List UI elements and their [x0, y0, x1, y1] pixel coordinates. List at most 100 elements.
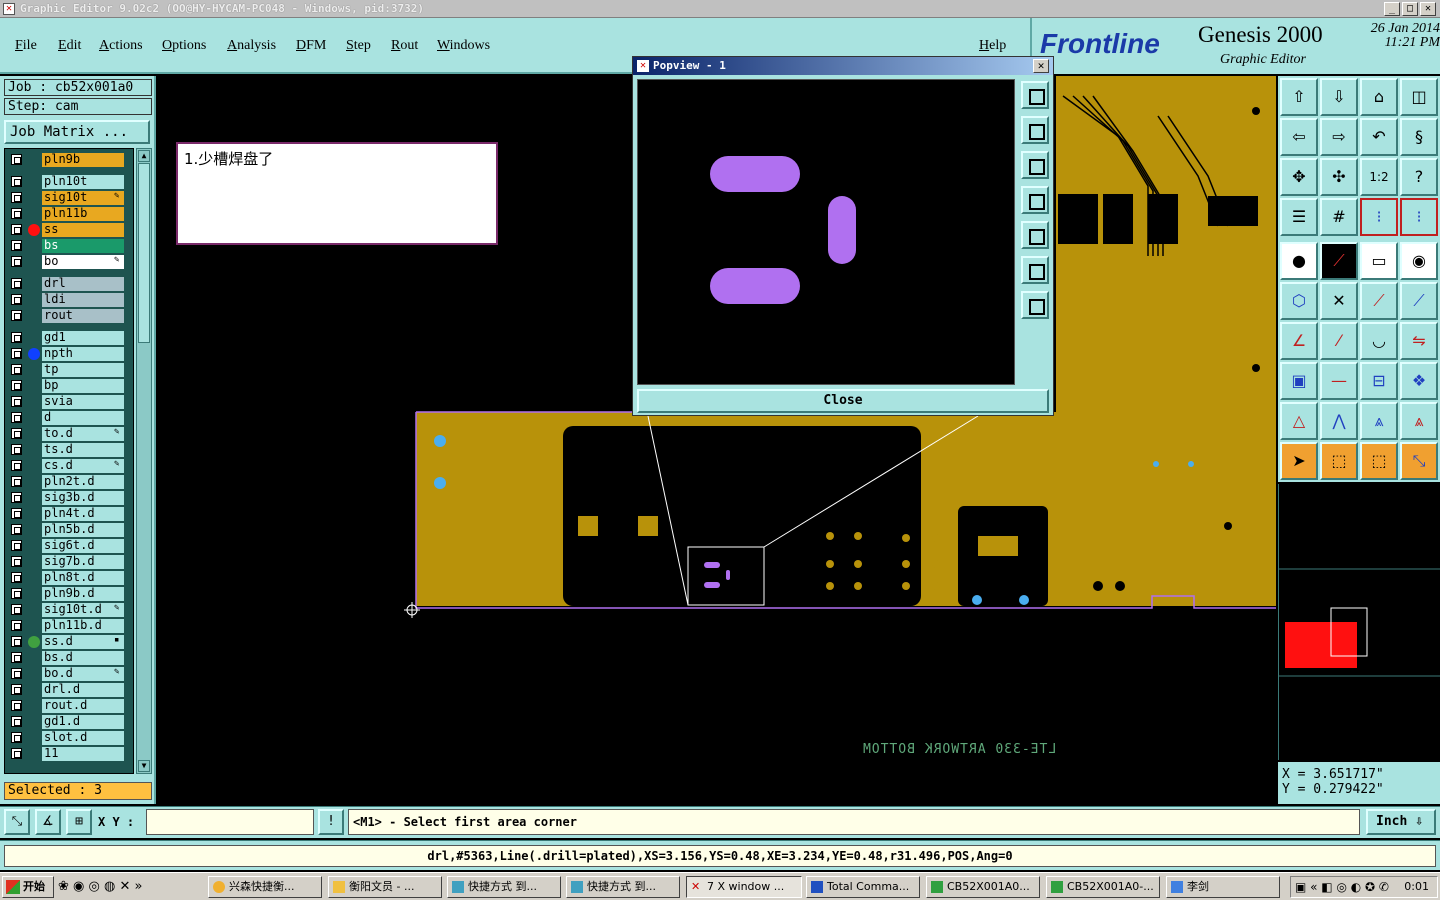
layer-name[interactable]: d [42, 411, 124, 425]
layer-row[interactable]: sig10t ✎ [7, 191, 133, 205]
arch-alt-icon[interactable]: ⩓ [1400, 402, 1438, 440]
layer-name[interactable]: sig3b.d [42, 491, 124, 505]
layer-checkbox[interactable] [11, 192, 22, 203]
layer-row[interactable]: sig6t.d [7, 539, 133, 553]
layer-row[interactable]: bo.d ✎ [7, 667, 133, 681]
layer-row[interactable]: sig3b.d [7, 491, 133, 505]
start-button[interactable]: 开始 [2, 876, 54, 898]
menu-options[interactable]: Options [162, 38, 206, 54]
menu-actions[interactable]: Actions [99, 38, 143, 54]
layer-scrollbar[interactable]: ▲ ▼ [136, 148, 152, 774]
split-view-icon[interactable]: ◫ [1400, 78, 1438, 116]
line-end-icon[interactable]: ⟋ [1400, 282, 1438, 320]
home-view-icon[interactable]: ⌂ [1360, 78, 1398, 116]
cross-icon[interactable]: ✕ [1320, 282, 1358, 320]
horizontal-line-icon[interactable]: — [1320, 362, 1358, 400]
layer-row[interactable]: bo ✎ [7, 255, 133, 269]
layer-row[interactable]: drl.d [7, 683, 133, 697]
layer-row[interactable]: gd1 [7, 331, 133, 345]
layer-row[interactable]: 11 [7, 747, 133, 761]
angle-icon[interactable]: ∠ [1280, 322, 1318, 360]
layer-row[interactable]: drl [7, 277, 133, 291]
task-button[interactable]: 李剑 [1166, 876, 1280, 898]
layer-checkbox[interactable] [11, 636, 22, 647]
layer-checkbox[interactable] [11, 332, 22, 343]
layer-name[interactable]: pln5b.d [42, 523, 124, 537]
menu-edit[interactable]: Edit [58, 38, 81, 54]
task-button[interactable]: 快捷方式 到... [447, 876, 561, 898]
task-button[interactable]: 兴森快捷衡... [208, 876, 322, 898]
layer-name[interactable]: sig10t.d [42, 603, 124, 617]
layer-name[interactable]: sig10t [42, 191, 124, 205]
connect-icon[interactable]: ⬡ [1280, 282, 1318, 320]
layer-row[interactable]: cs.d ✎ [7, 459, 133, 473]
layer-row[interactable]: to.d ✎ [7, 427, 133, 441]
layer-color-dot[interactable] [28, 348, 40, 360]
menu-rout[interactable]: Rout [391, 38, 418, 54]
tray-icons[interactable]: ▣ « ◧ ◎ ◐ ✪ ✆ [1295, 877, 1389, 897]
popview-viewport[interactable] [637, 79, 1015, 385]
layer-row[interactable]: ts.d [7, 443, 133, 457]
job-matrix-button[interactable]: Job Matrix ... [4, 120, 150, 144]
pan-right-tool-icon[interactable]: ⇨ [1320, 118, 1358, 156]
overview-map[interactable] [1278, 484, 1440, 760]
layer-checkbox[interactable] [11, 444, 22, 455]
layer-checkbox[interactable] [11, 154, 22, 165]
pan-left-tool-icon[interactable]: ⇦ [1280, 118, 1318, 156]
select-box-icon[interactable]: ⬚ [1320, 442, 1358, 480]
layer-checkbox[interactable] [11, 396, 22, 407]
snap-box-icon[interactable]: ⊞ [66, 809, 92, 835]
layer-checkbox[interactable] [11, 240, 22, 251]
select-pointer-icon[interactable]: ➤ [1280, 442, 1318, 480]
layer-name[interactable]: 11 [42, 747, 124, 761]
zoom-ratio-icon[interactable]: 1:2 [1360, 158, 1398, 196]
arch-icon[interactable]: ⩓ [1360, 402, 1398, 440]
layer-color-dot[interactable] [28, 636, 40, 648]
dimension-icon[interactable]: ⊟ [1360, 362, 1398, 400]
popview-pan-down-icon[interactable] [1021, 151, 1049, 179]
task-button[interactable]: CB52X001A0-... [1046, 876, 1160, 898]
layer-checkbox[interactable] [11, 732, 22, 743]
layer-row[interactable]: pln2t.d [7, 475, 133, 489]
layer-row[interactable]: sig10t.d ✎ [7, 603, 133, 617]
zoom-center-icon[interactable]: ✣ [1320, 158, 1358, 196]
unit-selector[interactable]: Inch ⇩ [1366, 809, 1436, 835]
measure-icon[interactable]: ▭ [1360, 242, 1398, 280]
layer-row[interactable]: ldi [7, 293, 133, 307]
layer-name[interactable]: pln4t.d [42, 507, 124, 521]
layer-name[interactable]: pln9b [42, 153, 124, 167]
snap-angle-icon[interactable]: ∡ [35, 809, 61, 835]
layer-name[interactable]: cs.d [42, 459, 124, 473]
layer-row[interactable]: pln5b.d [7, 523, 133, 537]
layer-name[interactable]: svia [42, 395, 124, 409]
circle-select-icon[interactable]: ◉ [1400, 242, 1438, 280]
layer-row[interactable]: bs.d [7, 651, 133, 665]
layer-checkbox[interactable] [11, 364, 22, 375]
layer-color-dot[interactable] [28, 224, 40, 236]
layer-name[interactable]: bo.d [42, 667, 124, 681]
layer-row[interactable]: pln4t.d [7, 507, 133, 521]
popview-close-button[interactable]: Close [637, 389, 1049, 413]
layer-checkbox[interactable] [11, 556, 22, 567]
scroll-thumb[interactable] [138, 163, 150, 343]
layer-row[interactable]: gd1.d [7, 715, 133, 729]
add-pad-icon[interactable]: ● [1280, 242, 1318, 280]
alert-icon[interactable]: ! [318, 809, 344, 835]
shapes-icon[interactable]: ❖ [1400, 362, 1438, 400]
layer-checkbox[interactable] [11, 380, 22, 391]
layer-checkbox[interactable] [11, 492, 22, 503]
layer-name[interactable]: bp [42, 379, 124, 393]
layer-name[interactable]: ts.d [42, 443, 124, 457]
layer-checkbox[interactable] [11, 748, 22, 759]
task-button[interactable]: 快捷方式 到... [566, 876, 680, 898]
layer-row[interactable]: ss [7, 223, 133, 237]
line-point-icon[interactable]: ⟋ [1360, 282, 1398, 320]
layer-checkbox[interactable] [11, 224, 22, 235]
redraw-icon[interactable]: § [1400, 118, 1438, 156]
layer-name[interactable]: bs.d [42, 651, 124, 665]
layer-checkbox[interactable] [11, 310, 22, 321]
layer-checkbox[interactable] [11, 428, 22, 439]
layer-row[interactable]: pln10t [7, 175, 133, 189]
layer-checkbox[interactable] [11, 412, 22, 423]
layer-row[interactable]: pln8t.d [7, 571, 133, 585]
